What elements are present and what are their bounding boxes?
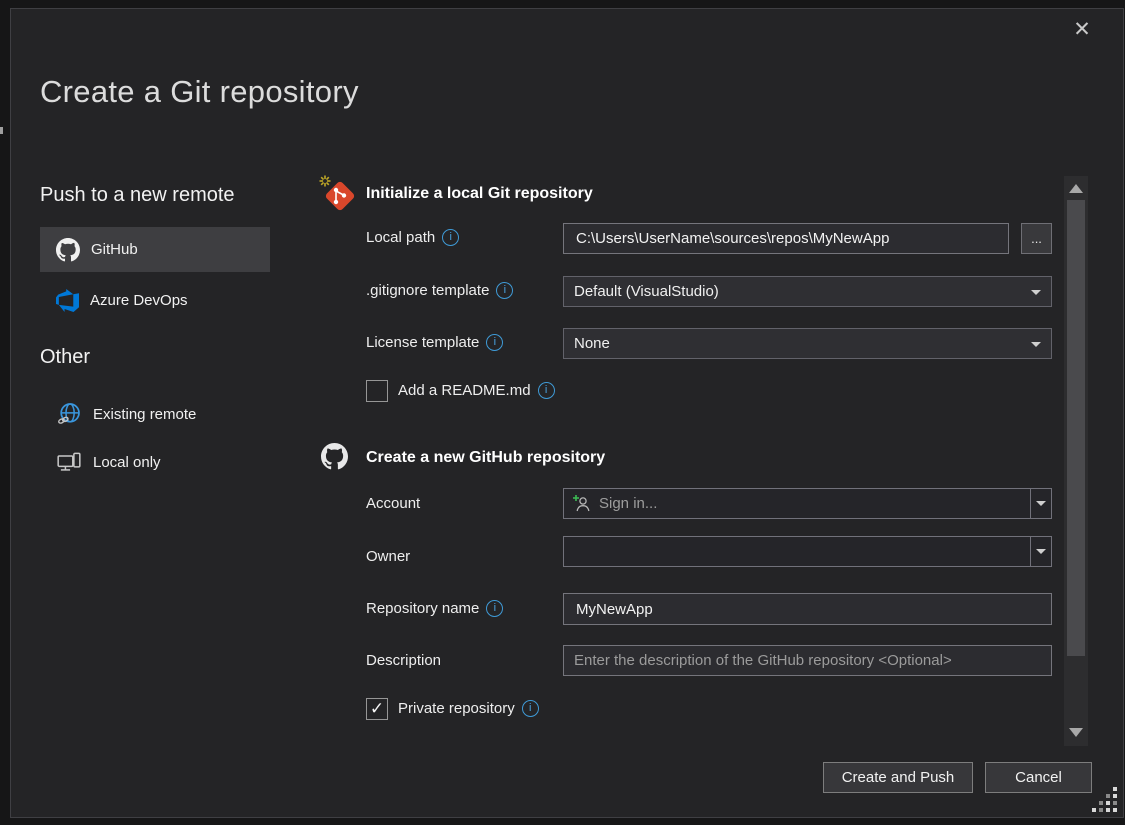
add-user-icon — [572, 494, 591, 513]
chevron-down-icon — [1031, 290, 1041, 295]
github-section-heading: Create a new GitHub repository — [366, 449, 605, 467]
license-template-dropdown[interactable]: None — [563, 328, 1052, 359]
local-computer-icon — [56, 449, 82, 475]
push-to-new-remote-heading: Push to a new remote — [40, 184, 235, 207]
edge-mark — [0, 127, 3, 134]
chevron-down-icon — [1036, 501, 1046, 506]
scroll-up-icon[interactable] — [1069, 184, 1083, 193]
github-icon — [321, 443, 348, 470]
sign-in-text: Sign in... — [599, 495, 657, 512]
private-repository-checkbox[interactable]: ✓ — [366, 698, 388, 720]
license-template-label: License template i — [366, 334, 503, 351]
globe-remote-icon — [56, 401, 82, 427]
repository-name-label: Repository name i — [366, 600, 503, 617]
info-icon[interactable]: i — [486, 600, 503, 617]
dialog-title: Create a Git repository — [40, 74, 359, 110]
sidebar-item-label: Local only — [93, 454, 161, 471]
info-icon[interactable]: i — [496, 282, 513, 299]
sidebar-item-azure-devops[interactable]: Azure DevOps — [40, 280, 270, 320]
owner-combobox[interactable] — [563, 536, 1052, 567]
git-init-icon — [318, 174, 358, 214]
local-path-label: Local path i — [366, 229, 459, 246]
sidebar-item-label: GitHub — [91, 241, 138, 258]
info-icon[interactable]: i — [522, 700, 539, 717]
sidebar-item-existing-remote[interactable]: Existing remote — [40, 394, 270, 434]
browse-button[interactable]: ... — [1021, 223, 1052, 254]
info-icon[interactable]: i — [442, 229, 459, 246]
azure-devops-icon — [56, 289, 79, 312]
sidebar-item-github[interactable]: GitHub — [40, 227, 270, 272]
local-path-input[interactable] — [563, 223, 1009, 254]
add-readme-checkbox[interactable] — [366, 380, 388, 402]
private-repository-label: Private repository i — [398, 700, 539, 717]
gitignore-template-label: .gitignore template i — [366, 282, 513, 299]
info-icon[interactable]: i — [486, 334, 503, 351]
other-heading: Other — [40, 346, 90, 369]
repository-name-input[interactable] — [563, 593, 1052, 625]
info-icon[interactable]: i — [538, 382, 555, 399]
sidebar-item-label: Existing remote — [93, 406, 196, 423]
resize-grip-icon[interactable] — [1092, 787, 1119, 814]
sidebar-item-label: Azure DevOps — [90, 292, 188, 309]
account-label: Account — [366, 495, 420, 512]
scroll-down-icon[interactable] — [1069, 728, 1083, 737]
chevron-down-icon — [1036, 549, 1046, 554]
description-input[interactable] — [563, 645, 1052, 676]
gitignore-template-dropdown[interactable]: Default (VisualStudio) — [563, 276, 1052, 307]
close-button[interactable]: ✕ — [1062, 12, 1102, 48]
init-section-heading: Initialize a local Git repository — [366, 185, 593, 203]
create-and-push-button[interactable]: Create and Push — [823, 762, 973, 793]
owner-label: Owner — [366, 548, 410, 565]
github-icon — [56, 238, 80, 262]
chevron-down-icon — [1031, 342, 1041, 347]
vertical-scrollbar[interactable] — [1064, 176, 1088, 746]
account-dropdown-button[interactable] — [1030, 489, 1051, 518]
account-combobox[interactable]: Sign in... — [563, 488, 1052, 519]
screen: ✕ Create a Git repository Push to a new … — [0, 0, 1125, 825]
add-readme-label: Add a README.md i — [398, 382, 555, 399]
description-label: Description — [366, 652, 441, 669]
sidebar-item-local-only[interactable]: Local only — [40, 442, 270, 482]
cancel-button[interactable]: Cancel — [985, 762, 1092, 793]
scrollbar-thumb[interactable] — [1067, 200, 1085, 656]
owner-dropdown-button[interactable] — [1030, 537, 1051, 566]
